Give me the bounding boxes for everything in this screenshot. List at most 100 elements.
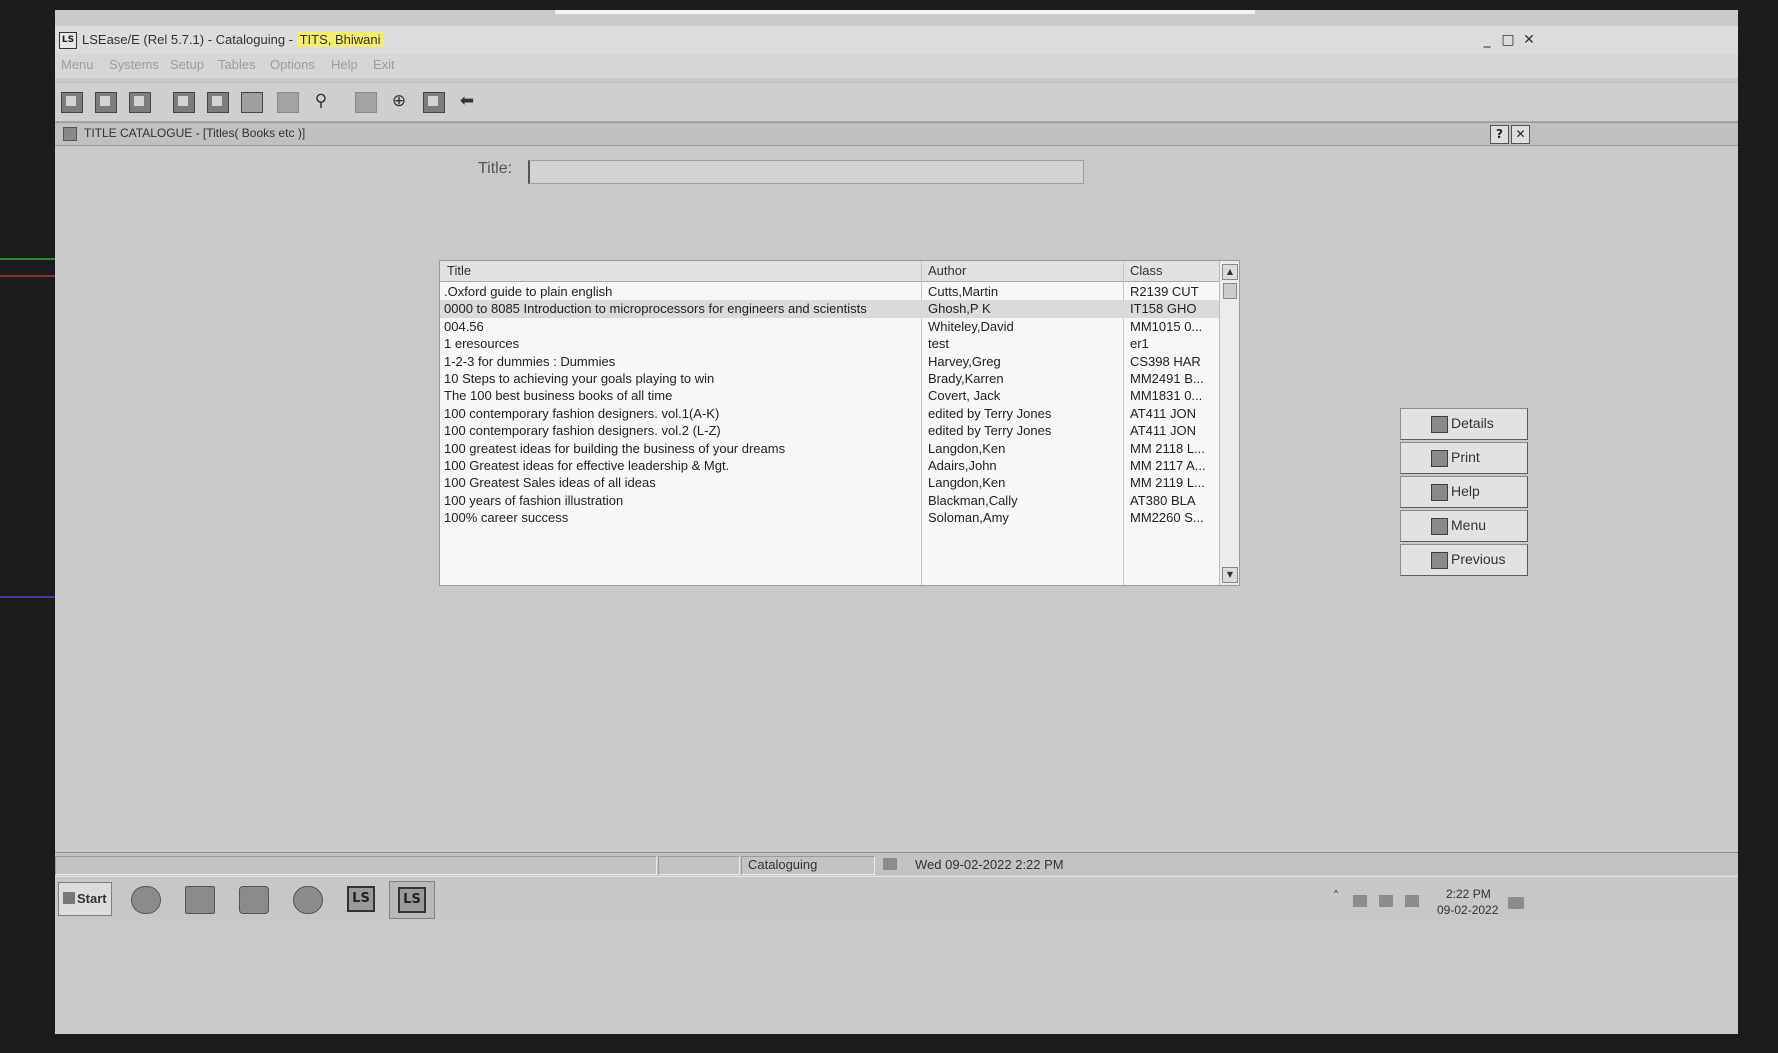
print-button[interactable]: Print	[1400, 442, 1528, 474]
scroll-thumb[interactable]	[1223, 283, 1237, 299]
cell-class: MM1015 0...	[1130, 318, 1203, 334]
clock-date[interactable]: 09-02-2022	[1437, 903, 1498, 917]
cell-author: test	[928, 336, 949, 352]
table-row[interactable]: 100 Greatest Sales ideas of all ideas Lan…	[440, 474, 1219, 491]
edit2-icon[interactable]	[203, 89, 231, 115]
paste-icon[interactable]	[125, 89, 153, 115]
grey-icon[interactable]	[273, 89, 301, 115]
column-header-author[interactable]: Author	[928, 263, 966, 278]
vertical-scrollbar[interactable]: ▲ ▼	[1219, 261, 1239, 585]
table-row[interactable]: 1 eresources test er1	[440, 335, 1219, 352]
flag-icon[interactable]	[1353, 895, 1367, 907]
frame-close-button[interactable]: ✕	[1511, 125, 1530, 144]
details-button-label: Details	[1451, 415, 1494, 431]
back-arrow-icon[interactable]: ⬅	[453, 89, 481, 115]
table-row[interactable]: 100 Greatest ideas for effective leaders…	[440, 457, 1219, 474]
column-header-title[interactable]: Title	[447, 263, 471, 278]
title-search-input[interactable]	[528, 160, 1084, 184]
save-icon[interactable]	[57, 89, 85, 115]
cell-class: MM1831 0...	[1130, 388, 1203, 404]
menu-item-setup[interactable]: Setup	[170, 57, 204, 72]
maximize-button[interactable]: □	[1499, 32, 1517, 48]
table-row[interactable]: 100 contemporary fashion designers. vol.…	[440, 405, 1219, 422]
cell-class: R2139 CUT	[1130, 284, 1199, 299]
copy-icon[interactable]	[91, 89, 119, 115]
menu-button[interactable]: Menu	[1400, 510, 1528, 542]
cell-author: Whiteley,David	[928, 318, 1014, 334]
table-row[interactable]: 100% career success Soloman,Amy MM2260 S..…	[440, 509, 1219, 526]
scroll-up-button[interactable]: ▲	[1222, 264, 1238, 280]
volume-icon[interactable]	[1405, 895, 1419, 907]
cell-author: Cutts,Martin	[928, 284, 999, 299]
search-icon[interactable]: ⚲	[307, 89, 335, 115]
start-label: Start	[77, 891, 107, 906]
window-title: LSEase/E (Rel 5.7.1) - Cataloguing - TIT…	[82, 32, 384, 47]
close-button[interactable]: ✕	[1520, 32, 1538, 48]
institution-highlight: TITS, Bhiwani	[296, 32, 384, 47]
title-field-label: Title:	[478, 160, 513, 177]
grey2-icon[interactable]	[351, 89, 379, 115]
table-row[interactable]: 004.56 Whiteley,David MM1015 0...	[440, 318, 1219, 335]
network-icon[interactable]	[1379, 895, 1393, 907]
frame-help-button[interactable]: ?	[1490, 125, 1509, 144]
cell-title: The 100 best business books of all time	[444, 388, 673, 404]
table-row[interactable]: 100 contemporary fashion designers. vol.…	[440, 422, 1219, 439]
globe-icon[interactable]: ⊕	[385, 89, 413, 115]
lsease-app-label: LS	[347, 886, 375, 912]
help-button-label: Help	[1451, 483, 1480, 499]
lsease-app-icon[interactable]: LS	[339, 881, 383, 917]
table-row[interactable]: The 100 best business books of all time C…	[440, 387, 1219, 404]
media-player-icon[interactable]	[231, 881, 275, 917]
cell-class: MM 2118 L...	[1130, 440, 1205, 456]
menu-item-options[interactable]: Options	[270, 57, 315, 72]
internet-explorer-icon[interactable]	[123, 881, 167, 917]
table-row[interactable]: 100 greatest ideas for building the busi…	[440, 440, 1219, 457]
print-button-label: Print	[1451, 449, 1480, 465]
menu-item-tables[interactable]: Tables	[218, 57, 256, 72]
table-row[interactable]: 1-2-3 for dummies : Dummies Harvey,Greg CS…	[440, 353, 1219, 370]
minimize-button[interactable]: _	[1478, 32, 1496, 48]
chrome-icon[interactable]	[285, 881, 329, 917]
grid-header: Title Author Class	[440, 261, 1219, 282]
start-button[interactable]: Start	[58, 882, 112, 916]
window-title-text: LSEase/E (Rel 5.7.1) - Cataloguing -	[82, 32, 297, 47]
windows-logo-icon	[63, 892, 75, 904]
child-window-title: TITLE CATALOGUE - [Titles( Books etc )]	[84, 126, 306, 140]
window-titlebar: LS LSEase/E (Rel 5.7.1) - Cataloguing - …	[55, 26, 1738, 55]
show-desktop-icon[interactable]	[1508, 897, 1524, 909]
cell-title: 100 Greatest Sales ideas of all ideas	[444, 475, 656, 491]
lsease-app-active-icon[interactable]: LS	[389, 881, 435, 919]
blank-icon[interactable]	[237, 89, 265, 115]
help-button[interactable]: Help	[1400, 476, 1528, 508]
taskbar: Start LS LS ˄ 2:22 PM 09-02-2022	[55, 876, 1738, 921]
cell-author: Harvey,Greg	[928, 353, 1001, 369]
cell-title: .Oxford guide to plain english	[444, 284, 613, 299]
table-row[interactable]: 0000 to 8085 Introduction to microproces…	[440, 300, 1219, 318]
table-row[interactable]: 100 years of fashion illustration Blackma…	[440, 492, 1219, 509]
menu-bar: Menu Systems Setup Tables Options Help E…	[55, 54, 1738, 78]
menu-item-exit[interactable]: Exit	[373, 57, 395, 72]
scroll-down-button[interactable]: ▼	[1222, 567, 1238, 583]
titles-grid: Title Author Class .Oxford guide to plai…	[439, 260, 1240, 586]
details-icon	[1431, 416, 1448, 433]
details-button[interactable]: Details	[1400, 408, 1528, 440]
file-explorer-icon[interactable]	[177, 881, 221, 917]
column-header-class[interactable]: Class	[1130, 263, 1163, 278]
cell-title: 100% career success	[444, 510, 569, 526]
menu-item-help[interactable]: Help	[331, 57, 358, 72]
table-row[interactable]: 10 Steps to achieving your goals playing…	[440, 370, 1219, 387]
tray-expand-icon[interactable]: ˄	[1333, 889, 1339, 903]
table-row[interactable]: .Oxford guide to plain english Cutts,Mart…	[440, 283, 1219, 300]
menu-item-systems[interactable]: Systems	[109, 57, 159, 72]
chart-icon[interactable]	[419, 89, 447, 115]
cell-class: MM 2119 L...	[1130, 475, 1205, 491]
previous-icon	[1431, 552, 1448, 569]
toolbar: ⚲ ⊕ ⬅	[55, 82, 1738, 122]
clock-time[interactable]: 2:22 PM	[1446, 887, 1491, 901]
cell-class: MM2491 B...	[1130, 371, 1204, 386]
edit-icon[interactable]	[169, 89, 197, 115]
previous-button[interactable]: Previous	[1400, 544, 1528, 576]
cell-class: MM 2117 A...	[1130, 458, 1206, 473]
app-logo-icon: LS	[59, 32, 77, 49]
menu-item-menu[interactable]: Menu	[61, 57, 94, 72]
